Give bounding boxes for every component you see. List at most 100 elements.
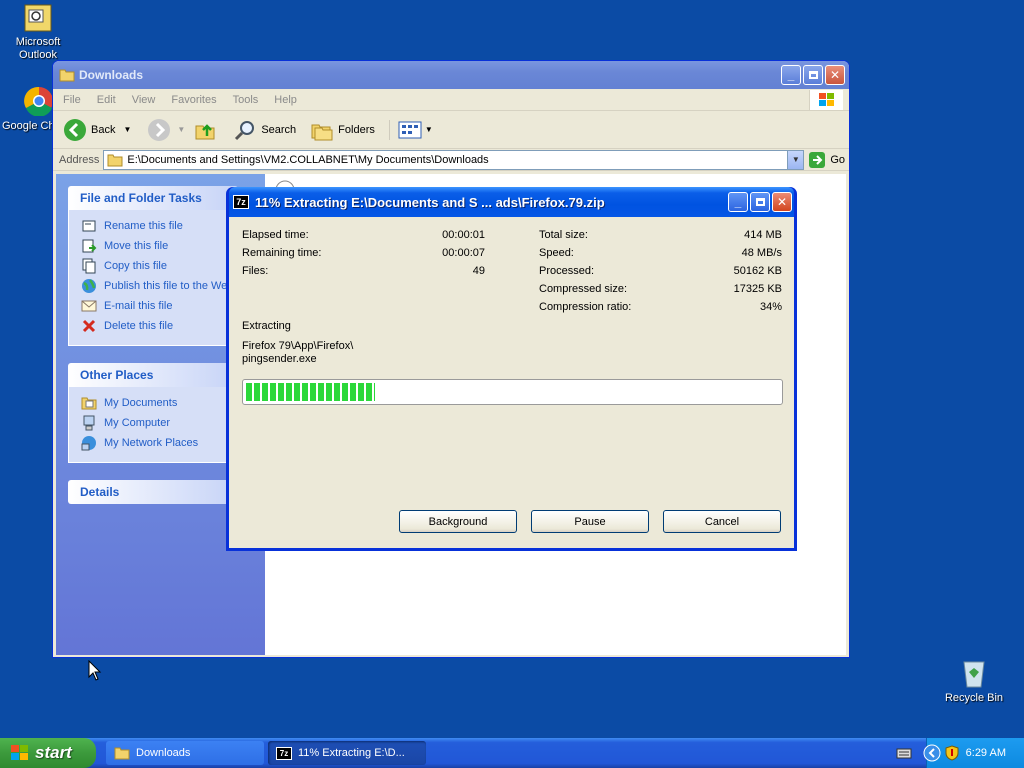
- desktop-icon-label: Microsoft Outlook: [15, 36, 61, 61]
- close-icon: ✕: [776, 195, 788, 209]
- details-title[interactable]: Details: [68, 480, 238, 504]
- address-dropdown[interactable]: ▼: [787, 150, 804, 169]
- speed-label: Speed:: [539, 247, 574, 259]
- file-folder-tasks-panel: File and Folder Tasks Rename this file M…: [68, 186, 238, 346]
- task-move-file[interactable]: Move this file: [81, 236, 237, 256]
- email-icon: [81, 300, 97, 312]
- extract-progress-dialog: 7z 11% Extracting E:\Documents and S ...…: [226, 187, 797, 551]
- my-documents-icon: [81, 397, 97, 410]
- details-panel: Details: [68, 480, 238, 504]
- remaining-time-value: 00:00:07: [442, 247, 485, 259]
- chevron-down-icon: ▼: [177, 125, 186, 134]
- compressed-size-value: 17325 KB: [733, 283, 782, 295]
- recycle-bin-icon: [963, 661, 985, 688]
- search-button[interactable]: Search: [233, 118, 296, 142]
- total-size-label: Total size:: [539, 229, 588, 241]
- folder-icon: [114, 747, 130, 760]
- pause-button[interactable]: Pause: [531, 510, 649, 533]
- remaining-time-label: Remaining time:: [242, 247, 322, 259]
- security-shield-icon[interactable]: [945, 745, 959, 761]
- outlook-icon: [24, 4, 52, 32]
- go-button[interactable]: Go: [808, 151, 845, 169]
- folders-icon: [311, 124, 333, 140]
- chevron-down-icon: ▼: [424, 125, 433, 134]
- back-button[interactable]: Back ▼: [63, 118, 131, 142]
- processed-value: 50162 KB: [733, 265, 782, 277]
- minimize-icon: _: [734, 195, 742, 209]
- compressed-size-label: Compressed size:: [539, 283, 628, 295]
- tray-chevron-icon[interactable]: [923, 744, 941, 762]
- 7zip-icon: 7z: [276, 746, 292, 760]
- cancel-button[interactable]: Cancel: [663, 510, 781, 533]
- task-publish-file[interactable]: Publish this file to the Web: [81, 276, 237, 296]
- dialog-maximize-button[interactable]: [750, 192, 770, 212]
- taskbar-item-downloads[interactable]: Downloads: [106, 741, 264, 765]
- file-folder-tasks-title[interactable]: File and Folder Tasks: [68, 186, 238, 210]
- maximize-button[interactable]: [803, 65, 823, 85]
- address-label: Address: [59, 153, 100, 166]
- up-folder-button[interactable]: [193, 118, 217, 142]
- place-my-network-places[interactable]: My Network Places: [81, 433, 237, 453]
- menu-bar: File Edit View Favorites Tools Help: [53, 89, 849, 111]
- address-bar: Address E:\Documents and Settings\VM2.CO…: [53, 149, 849, 171]
- other-places-panel: Other Places My Documents My Computer My…: [68, 363, 238, 463]
- go-arrow-icon: [809, 151, 826, 168]
- current-path: Firefox 79\App\Firefox\: [242, 340, 354, 352]
- progress-fill: [246, 383, 375, 401]
- other-places-title[interactable]: Other Places: [68, 363, 238, 387]
- task-email-file[interactable]: E-mail this file: [81, 296, 237, 316]
- move-icon: [82, 239, 97, 253]
- search-icon: [235, 120, 255, 140]
- start-button[interactable]: start: [0, 738, 96, 768]
- system-tray: 6:29 AM: [923, 738, 1024, 768]
- dialog-body: Elapsed time: 00:00:01 Remaining time: 0…: [229, 217, 794, 548]
- menu-edit[interactable]: Edit: [97, 94, 116, 106]
- close-button[interactable]: ✕: [825, 65, 845, 85]
- taskbar-item-7zip[interactable]: 7z 11% Extracting E:\D...: [268, 741, 426, 765]
- task-copy-file[interactable]: Copy this file: [81, 256, 237, 276]
- dialog-minimize-button[interactable]: _: [728, 192, 748, 212]
- folder-icon: [59, 69, 75, 82]
- globe-icon: [82, 279, 96, 293]
- menu-tools[interactable]: Tools: [233, 94, 259, 106]
- address-input[interactable]: E:\Documents and Settings\VM2.COLLABNET\…: [103, 149, 805, 170]
- compression-ratio-label: Compression ratio:: [539, 301, 632, 313]
- total-size-value: 414 MB: [744, 229, 782, 241]
- desktop-icon-outlook[interactable]: Microsoft Outlook: [2, 4, 74, 62]
- menu-favorites[interactable]: Favorites: [171, 94, 216, 106]
- dialog-titlebar[interactable]: 7z 11% Extracting E:\Documents and S ...…: [229, 187, 794, 217]
- elapsed-time-value: 00:00:01: [442, 229, 485, 241]
- desktop-icon-label: Recycle Bin: [944, 692, 1004, 704]
- maximize-icon: [755, 198, 765, 206]
- chrome-icon: [24, 86, 53, 116]
- task-rename-file[interactable]: Rename this file: [81, 216, 237, 236]
- desktop-icon-recycle-bin[interactable]: Recycle Bin: [938, 656, 1010, 705]
- folders-button[interactable]: Folders: [310, 119, 375, 141]
- processed-label: Processed:: [539, 265, 595, 277]
- minimize-button[interactable]: _: [781, 65, 801, 85]
- dialog-close-button[interactable]: ✕: [772, 192, 792, 212]
- copy-icon: [82, 258, 96, 274]
- forward-arrow-icon: [148, 118, 171, 141]
- compression-ratio-value: 34%: [759, 301, 782, 313]
- extract-progress-bar: [242, 379, 783, 405]
- toolbar: Back ▼ ▼ Search Folders ▼: [53, 111, 849, 149]
- back-arrow-icon: [64, 118, 86, 141]
- menu-file[interactable]: File: [63, 94, 81, 106]
- maximize-icon: [808, 71, 818, 79]
- place-my-documents[interactable]: My Documents: [81, 393, 237, 413]
- elapsed-time-label: Elapsed time:: [242, 229, 309, 241]
- menu-help[interactable]: Help: [274, 94, 297, 106]
- views-button[interactable]: ▼: [388, 119, 433, 140]
- menu-view[interactable]: View: [132, 94, 156, 106]
- background-button[interactable]: Background: [399, 510, 517, 533]
- task-delete-file[interactable]: Delete this file: [81, 316, 237, 336]
- taskbar: start Downloads 7z 11% Extracting E:\D..…: [0, 738, 1024, 768]
- place-my-computer[interactable]: My Computer: [81, 413, 237, 433]
- forward-button[interactable]: ▼: [147, 118, 185, 142]
- explorer-titlebar[interactable]: Downloads _ ✕: [53, 61, 849, 89]
- 7zip-icon: 7z: [233, 195, 249, 209]
- keyboard-icon[interactable]: [896, 747, 912, 759]
- mouse-cursor-icon: [88, 660, 102, 681]
- views-icon: [398, 121, 422, 138]
